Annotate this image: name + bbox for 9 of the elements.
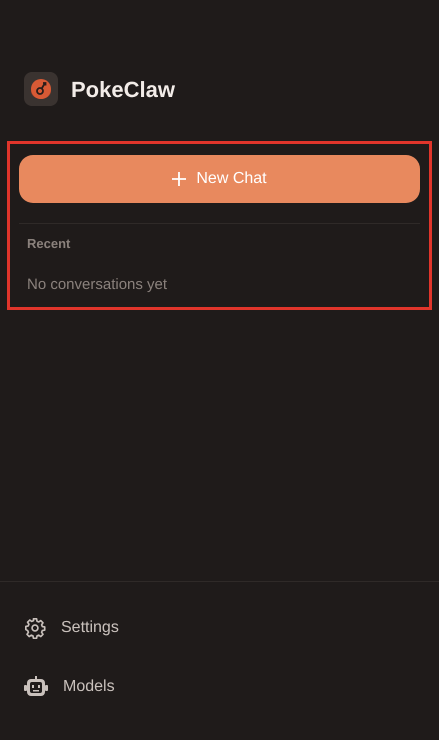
gear-icon [24, 616, 46, 638]
menu-item[interactable]: Settings [0, 598, 439, 657]
app-logo-icon [24, 72, 58, 106]
section-heading: Recent [26, 235, 72, 253]
app-title: PokeClaw [71, 76, 175, 104]
empty-message: No conversations yet [26, 274, 168, 294]
menu-item[interactable]: Models [0, 657, 439, 716]
plus-icon [172, 172, 186, 186]
robot-icon [24, 676, 48, 698]
